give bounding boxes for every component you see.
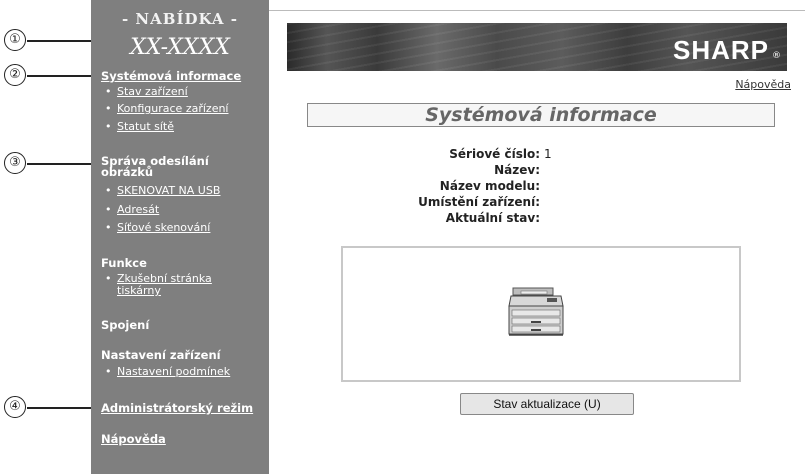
sidebar-item-label-line2: tiskárny [117,284,161,297]
sidebar-item-admin-mode[interactable]: Administrátorský režim [101,401,253,415]
bullet-icon: • [105,272,112,285]
info-row-serial: Sériové číslo: 1 [340,146,660,162]
info-label: Název: [494,163,540,177]
info-row-status: Aktuální stav: [340,210,660,226]
info-label: Sériové číslo: [449,147,540,161]
sidebar-item-recipient[interactable]: • Adresát [105,204,159,216]
system-info-list: Sériové číslo: 1 Název: Název modelu: Umí… [340,146,660,226]
info-row-location: Umístění zařízení: [340,194,660,210]
copier-printer-icon [508,287,564,336]
sidebar-item-label: Statut sítě [117,120,174,133]
section-label-line2: obrázků [101,165,154,179]
sidebar-item-condition-settings[interactable]: • Nastavení podmínek [105,366,230,378]
sidebar-item-label: Síťové skenování [117,221,211,234]
bullet-icon: • [105,365,112,378]
device-image-panel [341,246,741,382]
callout-number: ③ [4,152,26,174]
callout-number: ① [4,29,26,51]
callout-4: ④ [0,396,100,420]
bullet-icon: • [105,221,112,234]
callout-2: ② [0,64,100,88]
sidebar-item-device-status[interactable]: • Stav zařízení [105,86,188,98]
registered-mark-icon: ® [772,51,781,61]
model-name: XX-XXXX [130,35,230,60]
sidebar-item-system-info[interactable]: Systémová informace [101,69,241,83]
sidebar-item-label: Konfigurace zařízení [117,102,229,115]
sharp-logo: SHARP [672,35,769,65]
info-label: Umístění zařízení: [418,195,540,209]
sidebar-item-network-scanning[interactable]: • Síťové skenování [105,222,210,234]
info-row-model: Název modelu: [340,178,660,194]
callout-line [27,407,99,409]
sidebar-section-functions: Funkce [101,256,147,270]
sidebar-item-scan-to-usb[interactable]: • SKENOVAT NA USB [105,185,220,197]
sidebar-item-label: Nastavení podmínek [117,365,231,378]
callout-1: ① [0,29,100,53]
bullet-icon: • [105,120,112,133]
callout-number: ④ [4,396,26,418]
bullet-icon: • [105,203,112,216]
bullet-icon: • [105,102,112,115]
sidebar-item-label: SKENOVAT NA USB [117,184,221,197]
page-title: Systémová informace [307,103,775,127]
sidebar-item-label: Stav zařízení [117,85,188,98]
help-link[interactable]: Nápověda [735,78,791,91]
update-status-button[interactable]: Stav aktualizace (U) [460,393,634,415]
sidebar-section-device-settings: Nastavení zařízení [101,348,221,362]
bullet-icon: • [105,184,112,197]
info-label: Název modelu: [439,179,540,193]
sidebar-section-connection[interactable]: Spojení [101,318,149,332]
callout-3: ③ [0,152,100,176]
bullet-icon: • [105,85,112,98]
info-row-name: Název: [340,162,660,178]
info-value: 1 [544,147,552,161]
callout-line [27,75,99,77]
sidebar-item-label: Adresát [117,203,160,216]
callout-number: ② [4,64,26,86]
info-label: Aktuální stav: [445,211,540,225]
sidebar-item-test-page[interactable]: • Zkušební stránka tiskárny [105,273,212,297]
top-divider [269,10,805,11]
sidebar-menu: - NABÍDKA - XX-XXXX Systémová informace … [91,0,269,474]
sidebar-item-device-config[interactable]: • Konfigurace zařízení [105,103,229,115]
sidebar-item-network-status[interactable]: • Statut sítě [105,121,174,133]
sidebar-item-help[interactable]: Nápověda [101,432,166,446]
menu-title: - NABÍDKA - [121,10,238,28]
header-banner: SHARP ® [287,23,787,71]
sidebar-section-image-send: Správa odesílání obrázků [101,155,209,179]
callout-line [27,163,99,165]
callout-line [27,40,99,42]
